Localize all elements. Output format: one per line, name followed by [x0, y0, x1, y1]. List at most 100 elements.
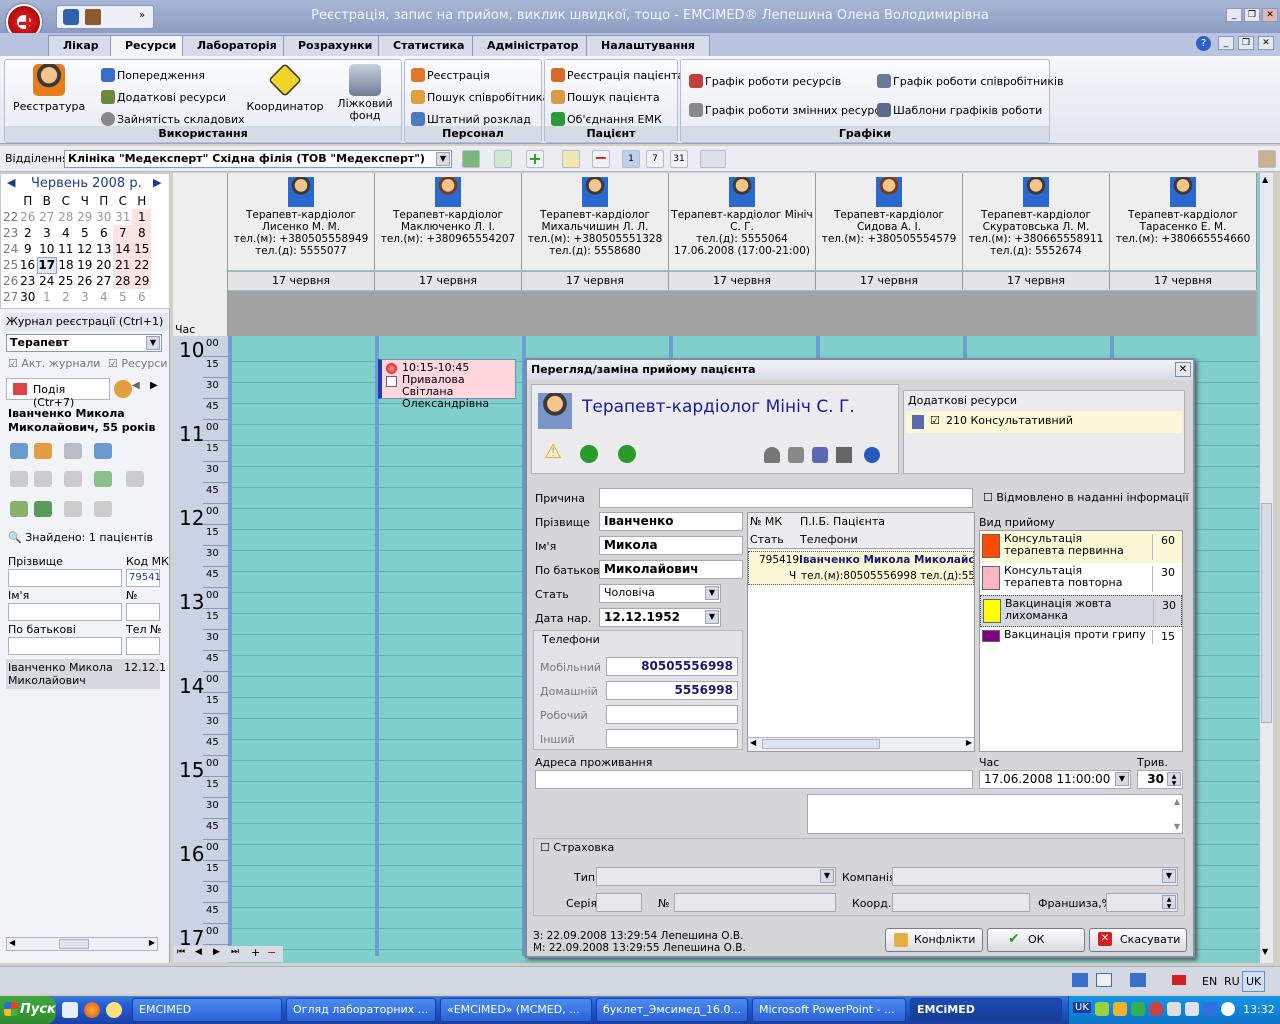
scroll-up-icon[interactable]: ▲ [1262, 175, 1268, 184]
cal-day[interactable]: 8 [132, 225, 152, 241]
patient-edit-icon[interactable] [34, 443, 52, 459]
surname-filter[interactable] [8, 569, 122, 587]
cal-day[interactable]: 5 [113, 289, 132, 305]
folder-icon[interactable] [34, 471, 52, 487]
cal-day[interactable]: 26 [18, 209, 37, 225]
insurance-checkbox[interactable]: ☐ Страховка [540, 841, 614, 854]
num-filter[interactable] [126, 603, 160, 621]
column-allday-area[interactable] [522, 291, 669, 336]
cal-day[interactable]: 4 [56, 225, 75, 241]
cal-day[interactable]: 31 [113, 209, 132, 225]
cal-day[interactable]: 4 [94, 289, 113, 305]
merge-emk-button[interactable]: Об'єднання ЕМК [551, 112, 662, 126]
cal-day[interactable]: 14 [113, 241, 133, 257]
stamp-icon[interactable] [64, 471, 82, 487]
ok-button[interactable]: ✔ ОК [987, 928, 1085, 952]
patient-add-icon[interactable] [10, 443, 28, 459]
lang-ru[interactable]: RU [1224, 975, 1240, 988]
cal-day[interactable]: 3 [75, 289, 94, 305]
registry-button[interactable]: Реєстратура [13, 64, 85, 113]
month-view-icon[interactable]: 31 [670, 150, 688, 168]
tab-statistics[interactable]: Статистика [378, 35, 480, 56]
chair-icon[interactable] [812, 447, 828, 463]
event-tab[interactable]: Подія (Ctr+7) [6, 378, 110, 409]
quick-access-toolbar[interactable]: » [56, 5, 154, 29]
dob-input[interactable]: 12.12.1952 ▼ [599, 608, 721, 627]
cal-day[interactable]: 13 [94, 241, 113, 257]
flask-icon[interactable] [10, 501, 28, 517]
doctor-column-header[interactable]: Терапевт-кардіолог Скуратовська Л. М. тел.… [963, 173, 1110, 270]
cal-day[interactable]: 3 [37, 225, 56, 241]
tab-payments[interactable]: Розрахунки [283, 35, 388, 56]
doctor-column-header[interactable]: Терапевт-кардіолог Сидова А. І. тел.(м): +… [816, 173, 963, 270]
patr-input[interactable]: Миколайович [599, 560, 743, 579]
book-icon[interactable] [462, 150, 480, 168]
grid-row[interactable]: 795419 Іванченко Микола Миколайов Ч тел.… [748, 551, 974, 585]
refused-checkbox[interactable]: ☐ Відмовлено в наданні інформації [983, 491, 1189, 504]
cal-day[interactable]: 19 [75, 257, 94, 273]
work-input[interactable] [606, 705, 738, 724]
nav-last-icon[interactable]: ⏭ [231, 947, 239, 957]
doctor-column-header[interactable]: Терапевт-кардіолог Михальчишин Л. Л. тел.(… [522, 173, 669, 270]
tab-settings[interactable]: Налаштування [586, 35, 710, 56]
act-journals-checkbox[interactable]: ☑ Акт. журнали [8, 357, 100, 370]
scroll-left-icon[interactable]: ◀ [750, 738, 756, 747]
tray-icon-2[interactable] [1113, 1002, 1127, 1016]
cal-day[interactable]: 9 [18, 241, 37, 257]
scroll-left-icon[interactable]: ◀ [9, 938, 15, 947]
lang-en[interactable]: EN [1202, 975, 1217, 988]
cal-day[interactable]: 10 [37, 241, 56, 257]
role-select[interactable]: Терапевт ▼ [6, 334, 162, 352]
cal-day[interactable]: 27 [37, 209, 56, 225]
scroll-thumb[interactable] [1261, 503, 1272, 723]
warnings-button[interactable]: Попередження [101, 68, 205, 82]
cal-day[interactable]: 22 [132, 257, 152, 273]
clip-icon[interactable] [94, 501, 112, 517]
search-employee-button[interactable]: Пошук співробітника [411, 90, 549, 104]
ins-type-select[interactable]: ▼ [596, 867, 836, 886]
cal-day[interactable]: 17 [36, 256, 57, 274]
column-allday-area[interactable] [1110, 291, 1257, 336]
scroll-right-icon[interactable]: ▶ [966, 738, 972, 747]
lang-uk[interactable]: UK [1242, 971, 1266, 992]
column-allday-area[interactable] [228, 291, 375, 336]
refresh-icon[interactable] [494, 150, 512, 168]
person-icon[interactable] [764, 447, 780, 463]
tray-icon-4[interactable] [1149, 1002, 1163, 1016]
taskbar-item-word[interactable]: буклет_Эмсимед_16.0... [596, 998, 748, 1022]
doctor-column-header[interactable]: Терапевт-кардіолог Лисенко М. М. тел.(м): … [228, 173, 375, 270]
info-icon[interactable] [864, 447, 880, 463]
extra-resources-button[interactable]: Додаткові ресурси [101, 90, 226, 104]
help-icon[interactable]: ? [1196, 36, 1211, 51]
tray-volume-icon[interactable] [1221, 1002, 1235, 1016]
day-view-icon[interactable]: 1 [622, 150, 640, 168]
quick-access-more[interactable]: » [139, 10, 145, 21]
dur-stepper[interactable]: 30 ▲ ▼ [1137, 770, 1183, 789]
maximize-button[interactable]: ❐ [1244, 8, 1260, 22]
visit-type-row[interactable]: Консультація терапевта повторна 30 [980, 563, 1182, 595]
cal-day[interactable]: 5 [75, 225, 94, 241]
tray-icon-5[interactable] [1167, 1002, 1181, 1016]
doctor-column-header[interactable]: Терапевт-кардіолог Тарасенко Е. М. тел.(м)… [1110, 173, 1257, 270]
cal-day[interactable]: 6 [94, 225, 113, 241]
ins-no-input[interactable] [674, 893, 836, 912]
visit-type-row[interactable]: Вакцинація проти грипу 15 [980, 627, 1182, 645]
cal-day[interactable]: 11 [56, 241, 75, 257]
mdi-restore-button[interactable]: ❐ [1238, 36, 1254, 50]
cal-day[interactable]: 18 [56, 257, 75, 273]
tab-next-icon[interactable]: ▶ [150, 380, 158, 391]
cal-day[interactable]: 6 [132, 289, 151, 305]
calendar-icon[interactable] [64, 501, 82, 517]
extra-res-checkbox[interactable]: ☑ [930, 414, 940, 427]
chevron-down-icon[interactable]: ▼ [436, 152, 450, 166]
emp-schedule-button[interactable]: Графік роботи співробітників [877, 74, 1064, 88]
doctor-column-header[interactable]: Терапевт-кардіолог Мініч С. Г. тел.(д): 55… [669, 173, 816, 270]
taskbar-item-emcimed-active[interactable]: EMCiMED [910, 998, 1062, 1022]
person-tab-icon[interactable] [114, 380, 132, 398]
cal-day[interactable]: 28 [56, 209, 75, 225]
conflicts-button[interactable]: Конфлікти [885, 928, 983, 952]
cal-day[interactable]: 29 [132, 273, 152, 289]
minimize-button[interactable]: _ [1226, 8, 1242, 22]
taskbar-item-powerpoint[interactable]: Microsoft PowerPoint - ... [752, 998, 906, 1022]
name-input[interactable]: Микола [599, 536, 743, 555]
